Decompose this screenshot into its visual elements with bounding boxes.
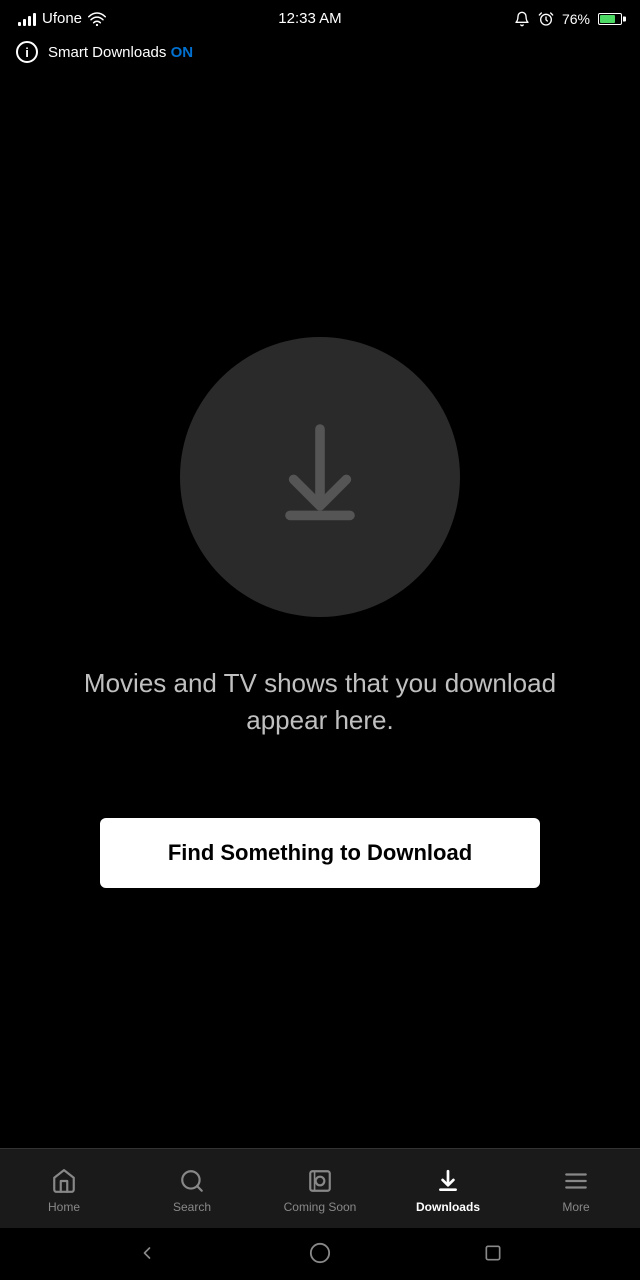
downloads-label: Downloads xyxy=(416,1200,480,1214)
status-right: 76% xyxy=(514,11,622,27)
home-label: Home xyxy=(48,1200,80,1214)
main-content: Movies and TV shows that you download ap… xyxy=(0,77,640,1148)
downloads-icon xyxy=(434,1167,462,1195)
bottom-nav: Home Search Coming Soon xyxy=(0,1148,640,1228)
android-home-button[interactable] xyxy=(307,1240,333,1266)
nav-item-more[interactable]: More xyxy=(512,1163,640,1218)
coming-soon-icon xyxy=(306,1167,334,1195)
more-label: More xyxy=(562,1200,589,1214)
status-bar: Ufone 12:33 AM 76% xyxy=(0,0,640,33)
android-recent-button[interactable] xyxy=(480,1240,506,1266)
battery-percentage: 76% xyxy=(562,11,590,27)
notification-icon xyxy=(514,11,530,27)
smart-downloads-status: ON xyxy=(171,44,194,61)
smart-downloads-bar[interactable]: i Smart Downloads ON xyxy=(0,33,640,77)
signal-bar-3 xyxy=(28,16,31,26)
search-icon xyxy=(178,1167,206,1195)
back-triangle-icon xyxy=(137,1243,157,1263)
search-label: Search xyxy=(173,1200,211,1214)
nav-item-search[interactable]: Search xyxy=(128,1163,256,1218)
battery-icon xyxy=(598,13,622,25)
find-something-button[interactable]: Find Something to Download xyxy=(100,818,540,888)
android-back-button[interactable] xyxy=(134,1240,160,1266)
android-nav-bar xyxy=(0,1228,640,1280)
empty-state-message: Movies and TV shows that you download ap… xyxy=(80,665,560,738)
signal-bar-1 xyxy=(18,22,21,26)
battery-indicator xyxy=(598,13,622,25)
battery-fill xyxy=(600,15,615,23)
info-icon: i xyxy=(16,41,38,63)
alarm-icon xyxy=(538,11,554,27)
smart-downloads-label: Smart Downloads ON xyxy=(48,44,193,61)
wifi-icon xyxy=(88,12,106,26)
signal-bar-4 xyxy=(33,13,36,26)
carrier-name: Ufone xyxy=(42,10,82,27)
home-circle-icon xyxy=(309,1242,331,1264)
recent-square-icon xyxy=(483,1243,503,1263)
time-display: 12:33 AM xyxy=(278,10,341,27)
signal-bar-2 xyxy=(23,19,26,26)
nav-item-downloads[interactable]: Downloads xyxy=(384,1163,512,1218)
nav-item-home[interactable]: Home xyxy=(0,1163,128,1218)
download-circle-icon xyxy=(180,337,460,617)
more-icon xyxy=(562,1167,590,1195)
download-arrow-icon xyxy=(260,417,380,537)
coming-soon-label: Coming Soon xyxy=(284,1200,357,1214)
signal-bars xyxy=(18,12,36,26)
nav-item-coming-soon[interactable]: Coming Soon xyxy=(256,1163,384,1218)
home-icon xyxy=(50,1167,78,1195)
status-left: Ufone xyxy=(18,10,106,27)
